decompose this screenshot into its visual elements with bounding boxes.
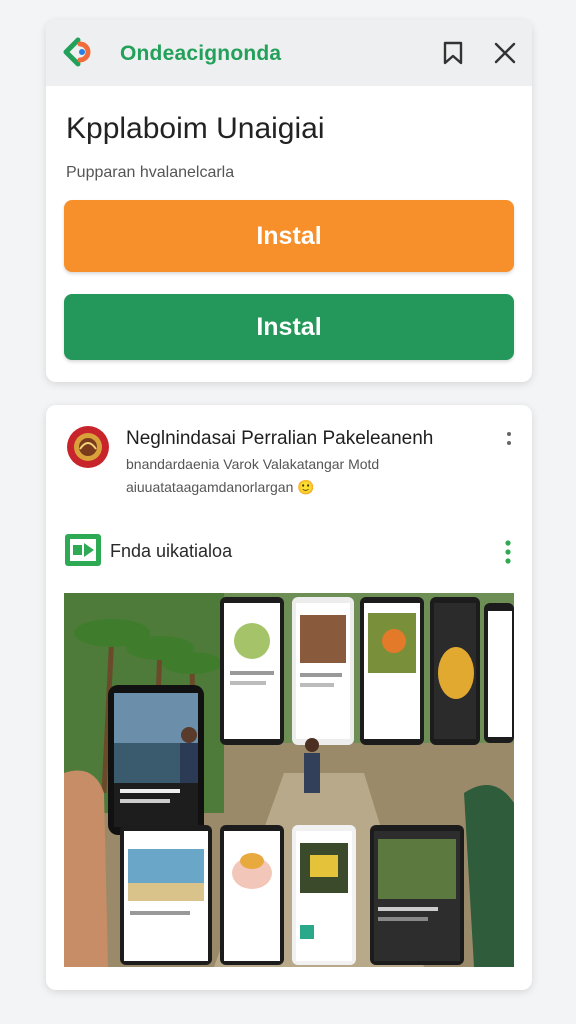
page-subtitle: Pupparan hvalanelcarla [66, 164, 235, 181]
app-store-icon [65, 534, 101, 566]
install-button-orange[interactable]: Instal [64, 200, 514, 272]
close-icon[interactable] [492, 40, 518, 66]
bookmark-icon[interactable] [440, 40, 466, 66]
post-description-text: aiuuatataagamdanorlargan [126, 479, 294, 495]
more-vertical-icon[interactable] [502, 539, 514, 565]
emblem-avatar-icon [67, 426, 109, 468]
collage-image [64, 593, 514, 967]
page-title: Kpplaboim Unaigiai [66, 112, 325, 145]
brand-name: Ondeacignonda [120, 42, 282, 65]
post-description-line2: aiuuatataagamdanorlargan 🙂 [126, 479, 315, 496]
card-header: Ondeacignonda [46, 20, 532, 86]
post-description-line1: bnandardaenia Varok Valakatangar Motd [126, 456, 380, 472]
app-label: Fnda uikatialoa [110, 541, 233, 561]
post-title: Neglnindasai Perralian Pakeleanenh [126, 428, 434, 449]
install-card: Ondeacignonda Kpplaboim Unaigiai Puppara… [46, 20, 532, 382]
brand-logo-icon [63, 37, 91, 67]
emoji: 🙂 [297, 479, 315, 495]
more-vertical-icon[interactable] [504, 429, 514, 449]
install-button-green[interactable]: Instal [64, 294, 514, 360]
post-card: Neglnindasai Perralian Pakeleanenh bnand… [46, 405, 532, 990]
